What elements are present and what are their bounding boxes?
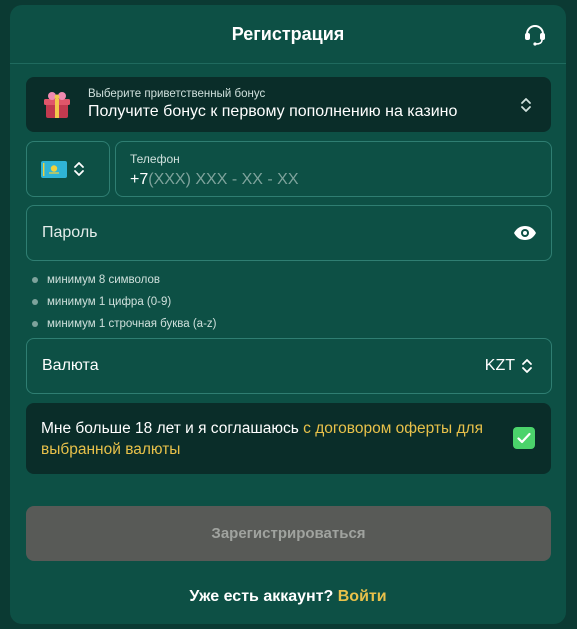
password-rule: минимум 1 строчная буква (a-z): [32, 313, 217, 335]
bonus-text: Выберите приветственный бонус Получите б…: [88, 88, 519, 121]
password-rules: минимум 8 символов минимум 1 цифра (0-9)…: [32, 269, 217, 335]
bonus-value: Получите бонус к первому пополнению на к…: [88, 103, 458, 120]
headset-icon[interactable]: [522, 21, 548, 47]
phone-field[interactable]: Телефон +7(XXX) XXX - XX - XX: [115, 141, 552, 197]
agreement-box: Мне больше 18 лет и я соглашаюсь с догов…: [26, 403, 551, 474]
checkmark-icon: [517, 432, 531, 444]
modal-header: Регистрация: [10, 5, 566, 64]
eye-icon[interactable]: [513, 225, 537, 241]
password-rule: минимум 8 символов: [32, 269, 217, 291]
gift-icon: [44, 91, 70, 118]
password-field[interactable]: Пароль: [26, 205, 552, 261]
phone-label: Телефон: [130, 152, 180, 166]
phone-input[interactable]: +7(XXX) XXX - XX - XX: [130, 171, 299, 189]
login-prompt-text: Уже есть аккаунт?: [189, 588, 334, 605]
agreement-checkbox[interactable]: [513, 427, 535, 449]
phone-mask: (XXX) XXX - XX - XX: [148, 171, 299, 188]
register-button[interactable]: Зарегистрироваться: [26, 506, 551, 561]
country-code-select[interactable]: [26, 141, 110, 197]
password-input[interactable]: Пароль: [42, 224, 513, 242]
chevron-up-down-icon: [522, 359, 532, 373]
bonus-hint: Выберите приветственный бонус: [88, 88, 266, 100]
bonus-select[interactable]: Выберите приветственный бонус Получите б…: [26, 77, 551, 132]
currency-label: Валюта: [42, 357, 99, 374]
chevron-up-down-icon: [74, 162, 84, 176]
phone-prefix: +7: [130, 171, 149, 188]
currency-value: KZT: [484, 357, 515, 374]
agreement-text: Мне больше 18 лет и я соглашаюсь с догов…: [41, 420, 483, 458]
password-rule: минимум 1 цифра (0-9): [32, 291, 217, 313]
kazakhstan-flag-icon: [41, 160, 67, 178]
registration-modal: Регистрация Выберите приветственный бону…: [10, 5, 566, 624]
login-prompt: Уже есть аккаунт? Войти: [10, 588, 566, 606]
currency-select[interactable]: Валюта KZT: [26, 338, 552, 394]
chevron-up-down-icon: [521, 97, 531, 112]
login-link[interactable]: Войти: [338, 588, 387, 605]
page-title: Регистрация: [231, 23, 345, 44]
